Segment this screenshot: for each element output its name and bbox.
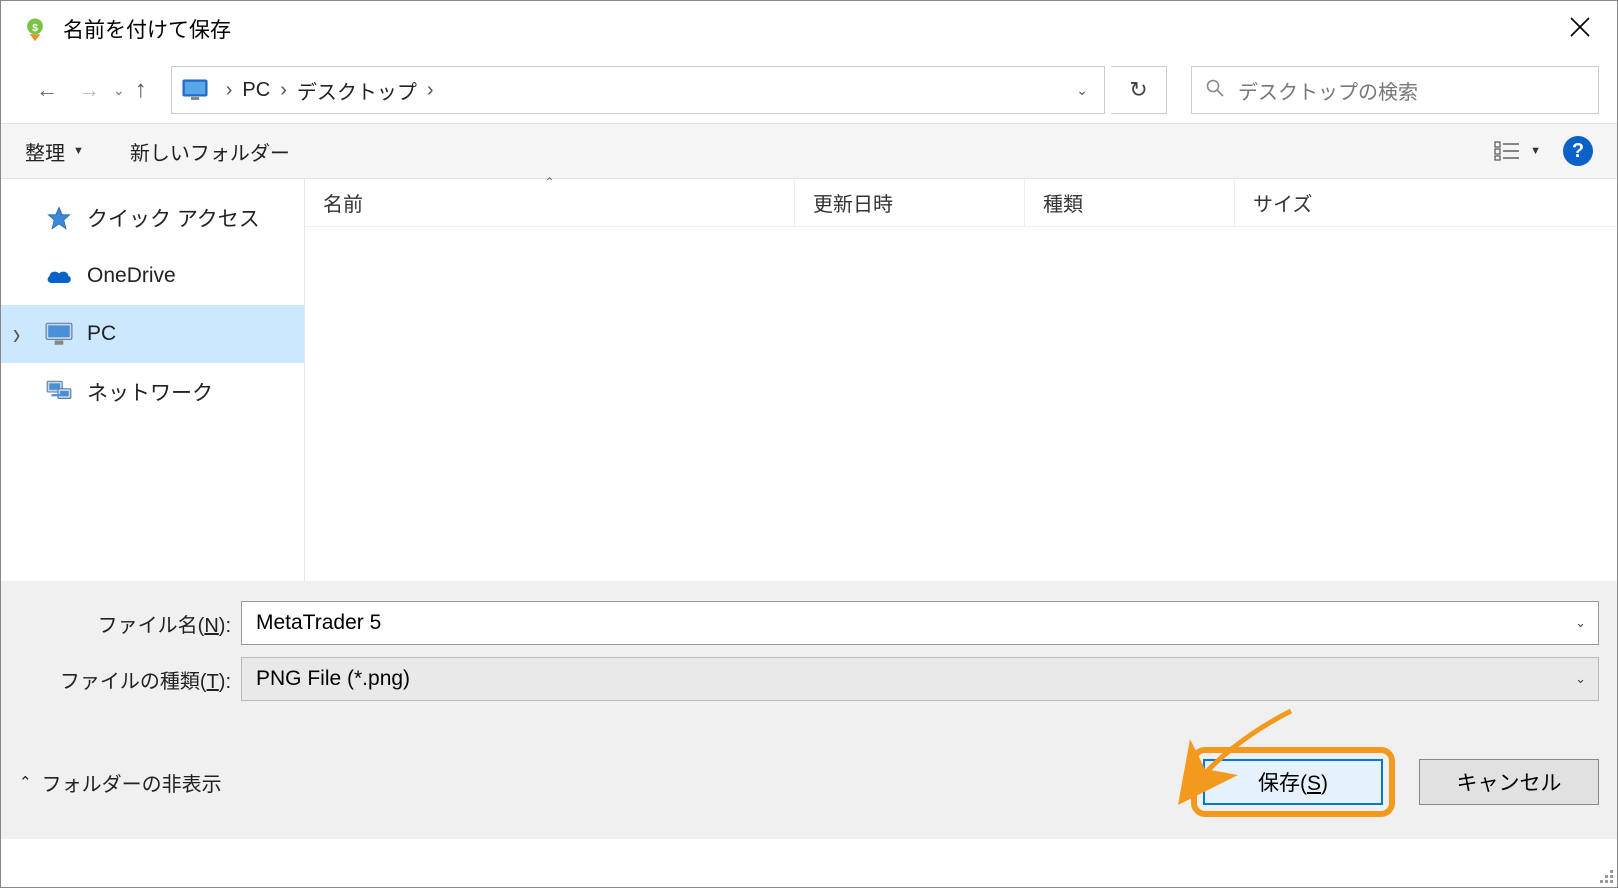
breadcrumb-sep: ›: [423, 79, 438, 102]
cancel-label: キャンセル: [1457, 767, 1562, 797]
sort-asc-icon: ⌃: [544, 175, 554, 189]
filename-row: ファイル名(N): MetaTrader 5 ⌄: [19, 601, 1599, 645]
sidebar-item-pc[interactable]: PC: [1, 305, 304, 363]
column-headers: ⌃ 名前 更新日時 種類 サイズ: [305, 179, 1617, 227]
caret-down-icon: ▼: [73, 145, 84, 157]
col-label: 更新日時: [813, 188, 893, 217]
search-box[interactable]: デスクトップの検索: [1191, 66, 1599, 114]
refresh-button[interactable]: ↻: [1111, 66, 1167, 114]
filename-input[interactable]: MetaTrader 5 ⌄: [241, 601, 1599, 645]
filename-label: ファイル名(N):: [19, 609, 241, 638]
col-label: 名前: [323, 188, 363, 217]
filetype-label: ファイルの種類(T):: [19, 665, 241, 694]
hide-folders-toggle[interactable]: ⌃ フォルダーの非表示: [19, 768, 222, 797]
help-button[interactable]: ?: [1563, 136, 1593, 166]
sidebar-item-onedrive[interactable]: OneDrive: [1, 247, 304, 305]
body-area: クイック アクセス OneDrive PC: [1, 179, 1617, 581]
breadcrumb-desktop[interactable]: デスクトップ: [291, 76, 423, 105]
col-size[interactable]: サイズ: [1235, 179, 1617, 226]
search-placeholder: デスクトップの検索: [1238, 76, 1418, 105]
sidebar: クイック アクセス OneDrive PC: [1, 179, 305, 581]
breadcrumb-pc[interactable]: PC: [236, 79, 276, 102]
bottom-panel: ファイル名(N): MetaTrader 5 ⌄ ファイルの種類(T): PNG…: [1, 581, 1617, 839]
network-icon: [45, 378, 73, 406]
cloud-icon: [45, 262, 73, 290]
col-type[interactable]: 種類: [1025, 179, 1235, 226]
history-dropdown[interactable]: ⌄: [113, 82, 125, 99]
dropdown-caret-icon[interactable]: ⌄: [1575, 671, 1586, 687]
chevron-up-icon: ⌃: [19, 773, 32, 791]
pc-location-icon: [182, 79, 208, 101]
address-dropdown[interactable]: ⌄: [1070, 82, 1094, 99]
view-options-button[interactable]: ▼: [1494, 141, 1541, 161]
filename-value: MetaTrader 5: [256, 611, 381, 635]
cancel-button[interactable]: キャンセル: [1419, 759, 1599, 805]
title-bar: $ 名前を付けて保存: [1, 1, 1617, 57]
close-button[interactable]: [1561, 13, 1599, 45]
save-highlight: 保存(S): [1191, 747, 1395, 817]
star-icon: [45, 204, 73, 232]
save-button[interactable]: 保存(S): [1203, 759, 1383, 805]
window-title: 名前を付けて保存: [63, 14, 231, 44]
new-folder-button[interactable]: 新しいフォルダー: [130, 137, 290, 166]
dropdown-caret-icon[interactable]: ⌄: [1575, 615, 1586, 631]
nav-row: ← → ⌄ ↑ › PC › デスクトップ › ⌄ ↻ デスクトップの検索: [1, 57, 1617, 123]
caret-down-icon: ▼: [1530, 145, 1541, 157]
sidebar-label: ネットワーク: [87, 377, 213, 407]
organize-menu[interactable]: 整理 ▼: [25, 137, 84, 166]
organize-label: 整理: [25, 137, 65, 166]
search-icon: [1206, 79, 1224, 102]
toolbar: 整理 ▼ 新しいフォルダー ▼ ?: [1, 123, 1617, 179]
view-list-icon: [1494, 141, 1520, 161]
col-name[interactable]: ⌃ 名前: [305, 179, 795, 226]
address-bar[interactable]: › PC › デスクトップ › ⌄: [171, 66, 1105, 114]
sidebar-label: OneDrive: [87, 264, 176, 288]
svg-text:$: $: [32, 22, 38, 34]
file-list: ⌃ 名前 更新日時 種類 サイズ: [305, 179, 1617, 581]
breadcrumb-sep: ›: [276, 79, 291, 102]
up-button[interactable]: ↑: [135, 76, 147, 104]
col-date[interactable]: 更新日時: [795, 179, 1025, 226]
hide-folders-label: フォルダーの非表示: [42, 768, 222, 797]
filetype-row: ファイルの種類(T): PNG File (*.png) ⌄: [19, 657, 1599, 701]
sidebar-item-network[interactable]: ネットワーク: [1, 363, 304, 421]
sidebar-item-quickaccess[interactable]: クイック アクセス: [1, 189, 304, 247]
col-label: サイズ: [1253, 188, 1312, 217]
sidebar-label: PC: [87, 322, 116, 346]
filetype-value: PNG File (*.png): [256, 667, 410, 691]
app-icon: $: [19, 13, 51, 45]
resize-grip[interactable]: [1595, 865, 1613, 883]
col-label: 種類: [1043, 188, 1083, 217]
sidebar-label: クイック アクセス: [87, 203, 260, 233]
forward-button[interactable]: →: [71, 72, 107, 108]
breadcrumb-sep: ›: [222, 79, 237, 102]
back-button[interactable]: ←: [29, 72, 65, 108]
pc-icon: [45, 320, 73, 348]
footer-row: ⌃ フォルダーの非表示 保存(S) キャンセル: [19, 747, 1599, 817]
filetype-select[interactable]: PNG File (*.png) ⌄: [241, 657, 1599, 701]
